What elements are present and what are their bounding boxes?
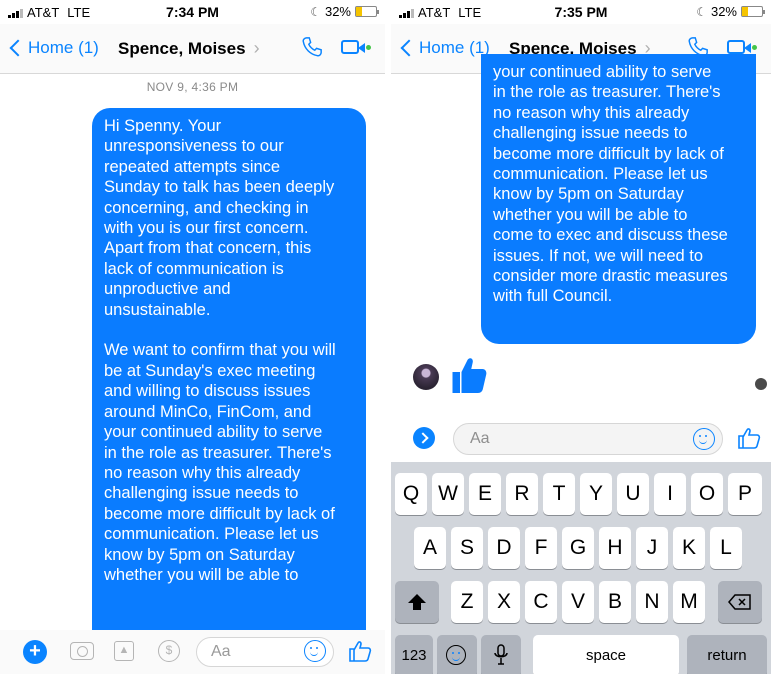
status-bar: AT&T LTE 7:35 PM ☾ 32% bbox=[391, 0, 771, 24]
key-x[interactable]: X bbox=[488, 581, 520, 623]
composer: + ▲ $ Aa bbox=[0, 630, 385, 674]
emoji-icon[interactable] bbox=[437, 635, 477, 674]
avatar[interactable] bbox=[413, 364, 439, 390]
key-r[interactable]: R bbox=[506, 473, 538, 515]
thumbs-up-icon[interactable] bbox=[348, 640, 372, 662]
key-b[interactable]: B bbox=[599, 581, 631, 623]
nav-actions bbox=[301, 36, 373, 58]
message-input[interactable]: Aa bbox=[453, 423, 723, 455]
plus-icon[interactable]: + bbox=[23, 640, 47, 664]
thumbs-up-icon[interactable] bbox=[451, 355, 487, 395]
key-j[interactable]: J bbox=[636, 527, 668, 569]
smile-icon[interactable] bbox=[693, 428, 715, 450]
back-chevron-icon bbox=[400, 39, 418, 57]
phone-icon[interactable] bbox=[301, 36, 323, 58]
money-icon[interactable]: $ bbox=[158, 640, 180, 662]
camera-icon[interactable] bbox=[70, 642, 94, 660]
left-screenshot: AT&T LTE 7:34 PM ☾ 32% Home (1) Spence, … bbox=[0, 0, 385, 674]
key-g[interactable]: G bbox=[562, 527, 594, 569]
keyboard: Q W E R T Y U I O P A S D F G H J K L Z … bbox=[391, 462, 771, 674]
key-q[interactable]: Q bbox=[395, 473, 427, 515]
delete-icon[interactable] bbox=[718, 581, 762, 623]
key-m[interactable]: M bbox=[673, 581, 705, 623]
battery-label: 32% bbox=[324, 4, 351, 19]
nav-bar: Home (1) Spence, Moises › bbox=[0, 24, 385, 74]
composer: Aa bbox=[391, 415, 771, 461]
back-chevron-icon bbox=[9, 39, 27, 57]
status-right: ☾ 32% bbox=[310, 4, 379, 19]
key-t[interactable]: T bbox=[543, 473, 575, 515]
key-d[interactable]: D bbox=[488, 527, 520, 569]
contact-label: Spence, Moises bbox=[118, 38, 246, 58]
back-label: Home (1) bbox=[28, 38, 99, 57]
key-e[interactable]: E bbox=[469, 473, 501, 515]
gallery-icon[interactable]: ▲ bbox=[114, 641, 134, 661]
key-h[interactable]: H bbox=[599, 527, 631, 569]
chevron-right-icon: › bbox=[253, 38, 260, 58]
battery-label: 32% bbox=[710, 4, 737, 19]
message-bubble[interactable]: Hi Spenny. Your unresponsiveness to our … bbox=[92, 108, 366, 648]
thumbs-up-icon[interactable] bbox=[737, 427, 761, 449]
back-button[interactable]: Home (1) bbox=[397, 38, 490, 58]
key-u[interactable]: U bbox=[617, 473, 649, 515]
shift-icon[interactable] bbox=[395, 581, 439, 623]
battery-icon bbox=[741, 6, 765, 17]
status-right: ☾ 32% bbox=[696, 4, 765, 19]
video-icon[interactable] bbox=[727, 40, 757, 54]
key-z[interactable]: Z bbox=[451, 581, 483, 623]
key-a[interactable]: A bbox=[414, 527, 446, 569]
key-n[interactable]: N bbox=[636, 581, 668, 623]
key-l[interactable]: L bbox=[710, 527, 742, 569]
online-dot bbox=[752, 45, 757, 50]
battery-icon bbox=[355, 6, 379, 17]
key-c[interactable]: C bbox=[525, 581, 557, 623]
numbers-key[interactable]: 123 bbox=[395, 635, 433, 674]
key-v[interactable]: V bbox=[562, 581, 594, 623]
moon-icon: ☾ bbox=[310, 4, 321, 19]
video-icon[interactable] bbox=[341, 40, 371, 54]
contact-name[interactable]: Spence, Moises › bbox=[118, 38, 260, 59]
online-dot bbox=[366, 45, 371, 50]
key-w[interactable]: W bbox=[432, 473, 464, 515]
message-timestamp: NOV 9, 4:36 PM bbox=[146, 80, 239, 94]
expand-icon[interactable] bbox=[413, 427, 435, 449]
key-k[interactable]: K bbox=[673, 527, 705, 569]
smile-icon[interactable] bbox=[304, 640, 326, 662]
status-bar: AT&T LTE 7:34 PM ☾ 32% bbox=[0, 0, 385, 24]
back-button[interactable]: Home (1) bbox=[6, 38, 99, 58]
key-p[interactable]: P bbox=[728, 473, 762, 515]
space-key[interactable]: space bbox=[533, 635, 679, 674]
back-label: Home (1) bbox=[419, 38, 490, 57]
microphone-icon[interactable] bbox=[481, 635, 521, 674]
key-s[interactable]: S bbox=[451, 527, 483, 569]
return-key[interactable]: return bbox=[687, 635, 767, 674]
moon-icon: ☾ bbox=[696, 4, 707, 19]
right-screenshot: AT&T LTE 7:35 PM ☾ 32% Home (1) Spence, … bbox=[391, 0, 771, 674]
read-receipt-avatar bbox=[755, 378, 767, 390]
key-y[interactable]: Y bbox=[580, 473, 612, 515]
key-o[interactable]: O bbox=[691, 473, 723, 515]
message-bubble[interactable]: your continued ability to serve in the r… bbox=[481, 54, 756, 344]
key-i[interactable]: I bbox=[654, 473, 686, 515]
key-f[interactable]: F bbox=[525, 527, 557, 569]
